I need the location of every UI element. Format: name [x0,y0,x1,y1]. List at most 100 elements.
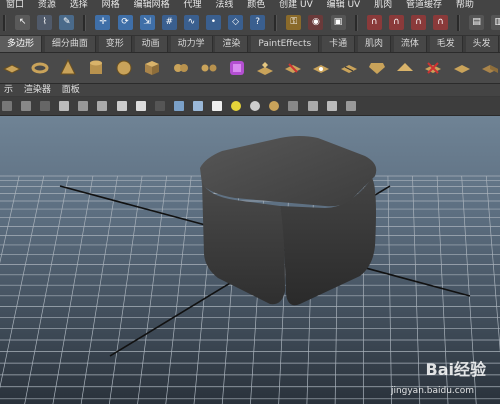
toolbar-separator [274,15,278,31]
menu-panels[interactable]: 面板 [58,84,84,96]
isolate-select-icon[interactable] [288,101,299,111]
move-icon[interactable]: ✛ [95,15,111,30]
cube-top-face [200,136,377,207]
tab-animation[interactable]: 动画 [134,36,168,52]
shelf-tabs: 多边形 细分曲面 变形 动画 动力学 渲染 PaintEffects 卡通 肌肉… [0,36,500,53]
safe-action-icon[interactable] [116,101,127,111]
tab-subdivs[interactable]: 细分曲面 [44,36,96,52]
grid-icon[interactable] [59,101,70,111]
menu-color[interactable]: 颜色 [241,0,270,11]
menu-mesh[interactable]: 网格 [96,0,125,11]
camera-attributes-icon[interactable] [2,101,12,111]
tab-deformation[interactable]: 变形 [98,36,132,52]
help-icon[interactable]: ? [250,15,266,30]
snap-curve-icon[interactable]: ∿ [183,15,199,30]
tab-fluids[interactable]: 流体 [393,36,427,52]
menu-proxy[interactable]: 代理 [177,0,206,11]
poly-plane-icon[interactable] [3,59,21,77]
tab-rendering[interactable]: 渲染 [215,36,249,52]
tab-toon[interactable]: 卡通 [322,36,356,52]
snap-surface-icon[interactable]: ◇ [228,15,244,30]
snap-grid-icon[interactable]: # [161,15,177,30]
ipr-icon[interactable]: ▤ [469,15,485,30]
tab-polygons[interactable]: 多边形 [0,36,43,52]
safe-title-icon[interactable] [135,101,146,111]
image-plane-icon[interactable] [40,101,51,111]
menu-create-uv[interactable]: 创建 UV [273,0,318,11]
extrude-icon[interactable] [256,59,274,77]
render-icon[interactable]: ▣ [330,15,346,30]
grid-line [24,175,69,404]
history-icon[interactable]: ◉ [308,15,324,30]
menu-select[interactable]: 选择 [64,0,93,11]
split-icon[interactable] [340,59,358,77]
grid-line [165,175,192,404]
tab-muscle[interactable]: 肌肉 [357,36,391,52]
perspective-viewport[interactable]: Bai经验 jingyan.baidu.com [0,116,500,404]
grid-line [0,175,45,389]
separate-icon[interactable] [200,59,218,77]
wireframe-icon[interactable] [154,101,165,111]
wedge-icon[interactable] [396,59,414,77]
grid-line [0,175,20,264]
poly-sphere-icon[interactable] [115,59,133,77]
magnet-icon[interactable]: ∩ [432,15,448,30]
uv-map-icon[interactable] [453,59,471,77]
uv-layout-icon[interactable] [481,59,499,77]
menu-help[interactable]: 帮助 [450,0,479,11]
toolbar-separator [354,15,358,31]
poly-cylinder-icon[interactable] [87,59,105,77]
smooth-icon[interactable] [228,59,246,77]
wireframe-on-shaded-icon[interactable] [192,101,203,111]
menu-renderer[interactable]: 渲染器 [20,84,55,96]
tab-dynamics[interactable]: 动力学 [170,36,213,52]
append-icon[interactable] [312,59,330,77]
poly-cone-icon[interactable] [59,59,77,77]
textured-icon[interactable] [212,101,223,111]
film-gate-icon[interactable] [78,101,89,111]
paint-select-icon[interactable]: ✎ [59,15,75,30]
menu-edit-mesh[interactable]: 编辑网格 [128,0,175,11]
menu-window[interactable]: 窗口 [0,0,29,11]
polygon-shelf [0,53,500,84]
merge-icon[interactable] [424,59,442,77]
toolbar-separator [457,15,461,31]
ambient-occlusion-icon[interactable] [269,101,280,111]
tab-hair[interactable]: 头发 [465,36,499,52]
lasso-icon[interactable]: ⌇ [37,15,53,30]
snap-point-icon[interactable]: • [205,15,221,30]
menu-pipeline-cache[interactable]: 管道缓存 [400,0,447,11]
snapshot-icon[interactable] [345,101,356,111]
menu-normals[interactable]: 法线 [209,0,238,11]
resolution-gate-icon[interactable] [97,101,108,111]
lights-icon[interactable] [231,101,242,111]
menu-assets[interactable]: 资源 [32,0,61,11]
poly-torus-icon[interactable] [31,59,49,77]
tab-fur[interactable]: 毛发 [429,36,463,52]
xray-joints-icon[interactable] [326,101,337,111]
render-settings-icon[interactable]: ▥ [491,15,500,30]
tab-painteffects[interactable]: PaintEffects [251,36,320,52]
menu-muscle[interactable]: 肌肉 [368,0,397,11]
rotate-icon[interactable]: ⟳ [117,15,133,30]
menu-show[interactable]: 示 [0,84,17,96]
polygon-cube[interactable] [200,136,377,306]
magnet-icon[interactable]: ∩ [410,15,426,30]
poly-cube-icon[interactable] [143,59,161,77]
magnet-icon[interactable]: ∩ [366,15,382,30]
status-toolbar: ↖ ⌇ ✎ ✛ ⟳ ⇲ # ∿ • ◇ ? ⚿ ◉ ▣ ∩ ∩ ∩ ∩ ▤ ▥ … [0,11,500,36]
menu-edit-uv[interactable]: 编辑 UV [321,0,366,11]
bridge-icon[interactable] [284,59,302,77]
smooth-shade-icon[interactable] [173,101,184,111]
grid-line [412,175,421,404]
watermark-url: jingyan.baidu.com [390,386,474,396]
shadows-icon[interactable] [250,101,261,111]
combine-icon[interactable] [172,59,190,77]
lock-icon[interactable]: ⚿ [286,15,302,30]
xray-icon[interactable] [307,101,318,111]
bevel-icon[interactable] [368,59,386,77]
bookmark-icon[interactable] [21,101,32,111]
scale-icon[interactable]: ⇲ [139,15,155,30]
magnet-icon[interactable]: ∩ [388,15,404,30]
select-tool-icon[interactable]: ↖ [15,15,31,30]
